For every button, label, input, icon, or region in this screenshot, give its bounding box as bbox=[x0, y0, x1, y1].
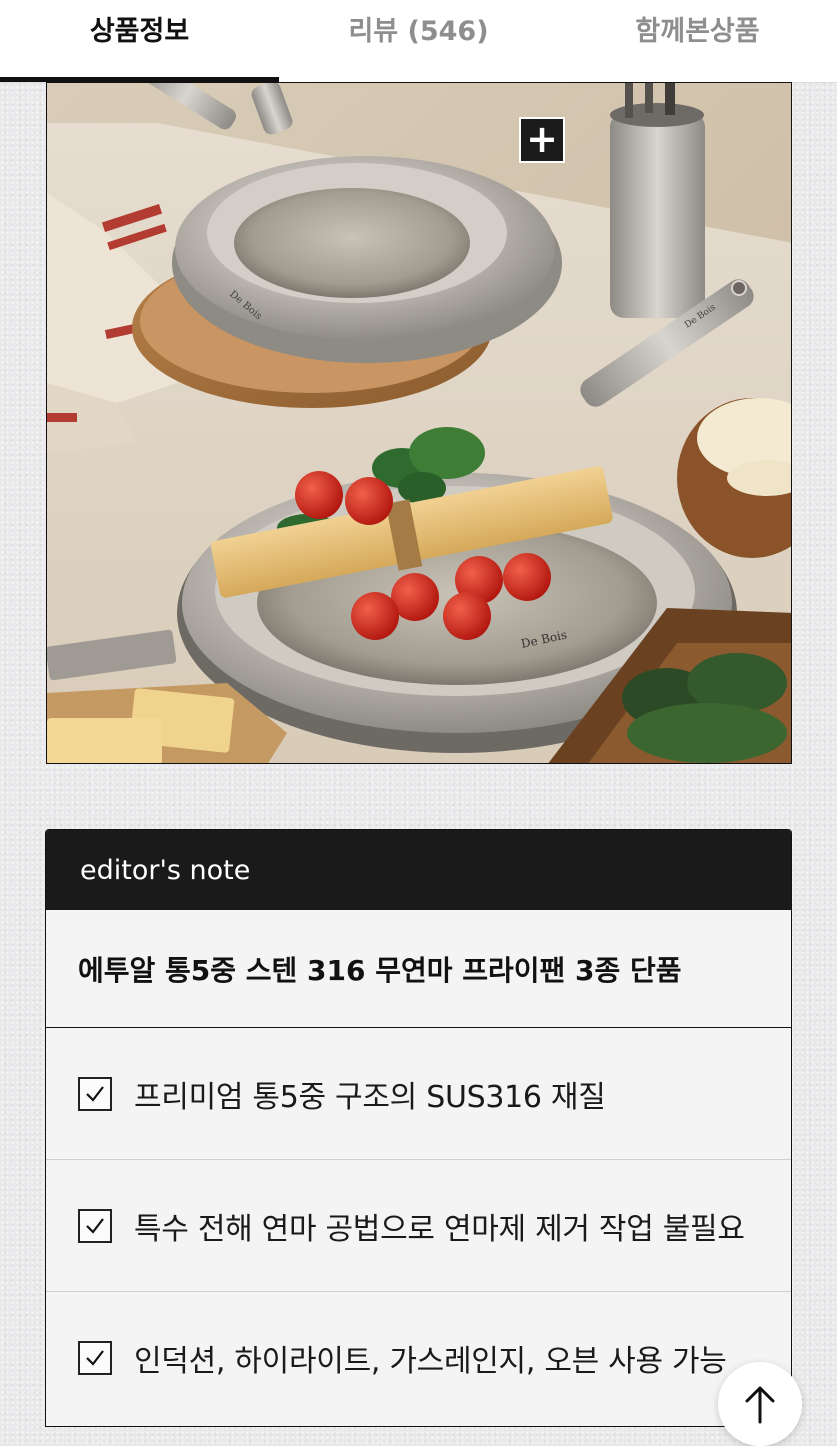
scroll-to-top-button[interactable] bbox=[718, 1362, 802, 1446]
feature-text: 인덕션, 하이라이트, 가스레인지, 오븐 사용 가능 bbox=[134, 1344, 727, 1379]
feature-item: 프리미엄 통5중 구조의 SUS316 재질 bbox=[46, 1028, 791, 1160]
feature-item: 인덕션, 하이라이트, 가스레인지, 오븐 사용 가능 bbox=[46, 1292, 791, 1424]
checkbox-checked-icon bbox=[78, 1341, 112, 1375]
product-title: 에투알 통5중 스텐 316 무연마 프라이팬 3종 단품 bbox=[46, 910, 791, 1028]
product-tab-bar: 상품정보 리뷰 (546) 함께본상품 bbox=[0, 0, 837, 83]
feature-item: 특수 전해 연마 공법으로 연마제 제거 작업 불필요 bbox=[46, 1160, 791, 1292]
feature-text: 프리미엄 통5중 구조의 SUS316 재질 bbox=[134, 1079, 606, 1115]
editors-note-card: editor's note 에투알 통5중 스텐 316 무연마 프라이팬 3종… bbox=[45, 829, 792, 1427]
feature-text: 특수 전해 연마 공법으로 연마제 제거 작업 불필요 bbox=[134, 1211, 745, 1247]
tab-related-products[interactable]: 함께본상품 bbox=[558, 0, 837, 82]
product-photo-illustration: De Bois De Bois De Bois bbox=[47, 83, 791, 763]
editors-note-header: editor's note bbox=[46, 830, 791, 910]
zoom-button[interactable]: + bbox=[519, 117, 565, 163]
checkbox-checked-icon bbox=[78, 1208, 112, 1243]
tab-reviews[interactable]: 리뷰 (546) bbox=[279, 0, 558, 82]
checkbox-checked-icon bbox=[78, 1076, 112, 1111]
product-photo[interactable]: De Bois De Bois De Bois bbox=[46, 82, 792, 764]
plus-icon: + bbox=[526, 117, 558, 161]
arrow-up-icon bbox=[745, 1386, 775, 1424]
tab-product-info[interactable]: 상품정보 bbox=[0, 0, 279, 82]
